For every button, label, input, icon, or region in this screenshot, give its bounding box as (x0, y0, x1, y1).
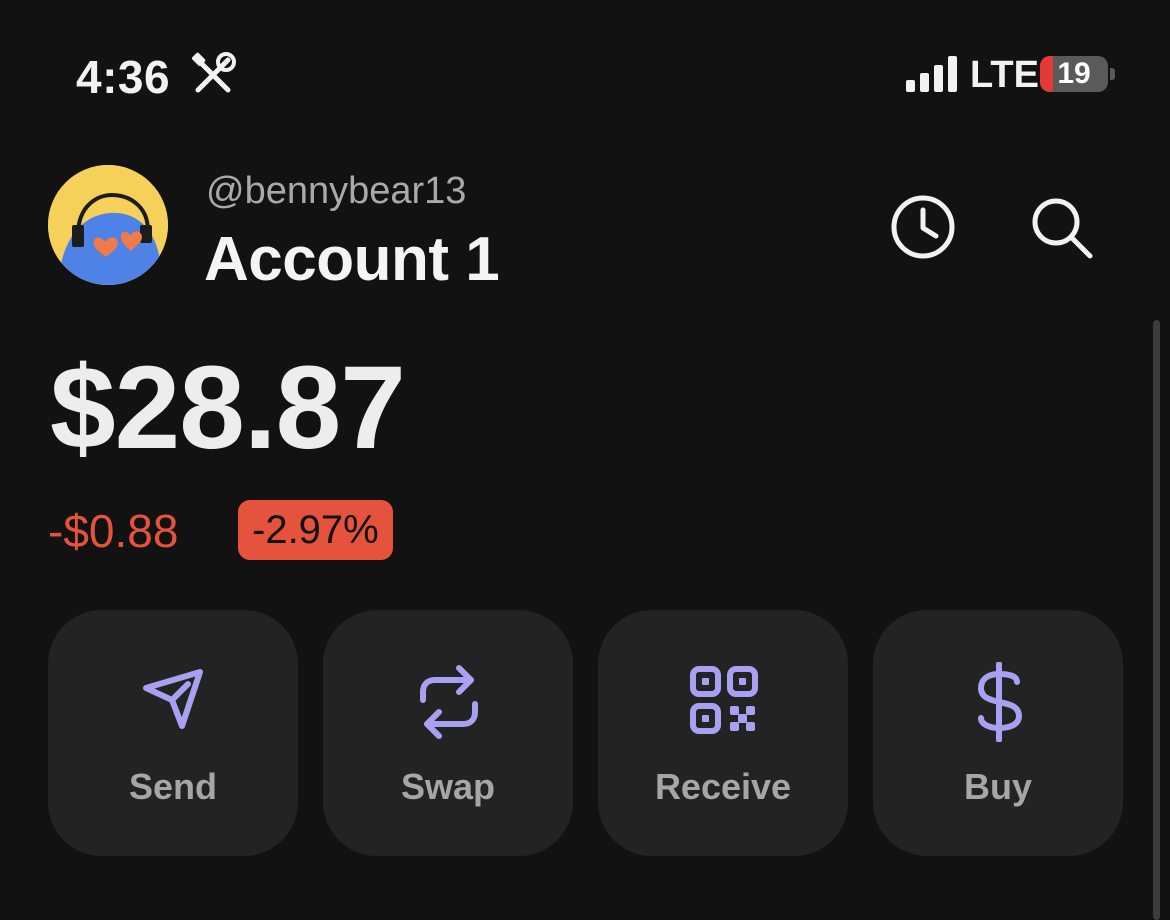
swap-label: Swap (400, 766, 496, 807)
receive-button[interactable]: Receive (598, 610, 848, 856)
clock-icon (891, 195, 955, 259)
send-icon (143, 669, 203, 729)
balance-amount: $28.87 (50, 342, 406, 474)
history-button[interactable] (888, 192, 958, 262)
battery-level: 19 (1057, 57, 1091, 90)
avatar-image (48, 165, 168, 285)
cellular-signal-icon (906, 56, 957, 92)
buy-button[interactable]: Buy (873, 610, 1123, 856)
balance-change-amount: -$0.88 (48, 505, 179, 557)
avatar[interactable] (48, 165, 168, 285)
battery-icon: 19 (1040, 56, 1108, 92)
status-bar: 4:36 LTE 19 (0, 0, 1170, 130)
send-label: Send (128, 766, 217, 807)
search-button[interactable] (1026, 192, 1096, 262)
balance-change-percent-badge: -2.97% (238, 500, 393, 560)
qr-code-icon (690, 666, 758, 734)
status-time: 4:36 (76, 51, 171, 103)
receive-label: Receive (654, 766, 792, 807)
scrollbar[interactable] (1153, 320, 1160, 920)
username[interactable]: @bennybear13 (206, 170, 466, 213)
action-buttons: Send Swap Receive Buy (48, 610, 1123, 856)
search-icon (1032, 198, 1093, 259)
dollar-icon (977, 662, 1023, 742)
battery-tip (1110, 68, 1115, 80)
buy-label: Buy (963, 766, 1032, 807)
account-name[interactable]: Account 1 (204, 224, 500, 295)
swap-icon (420, 665, 478, 739)
tools-icon (192, 52, 236, 93)
swap-button[interactable]: Swap (323, 610, 573, 856)
send-button[interactable]: Send (48, 610, 298, 856)
network-type: LTE (970, 54, 1039, 96)
